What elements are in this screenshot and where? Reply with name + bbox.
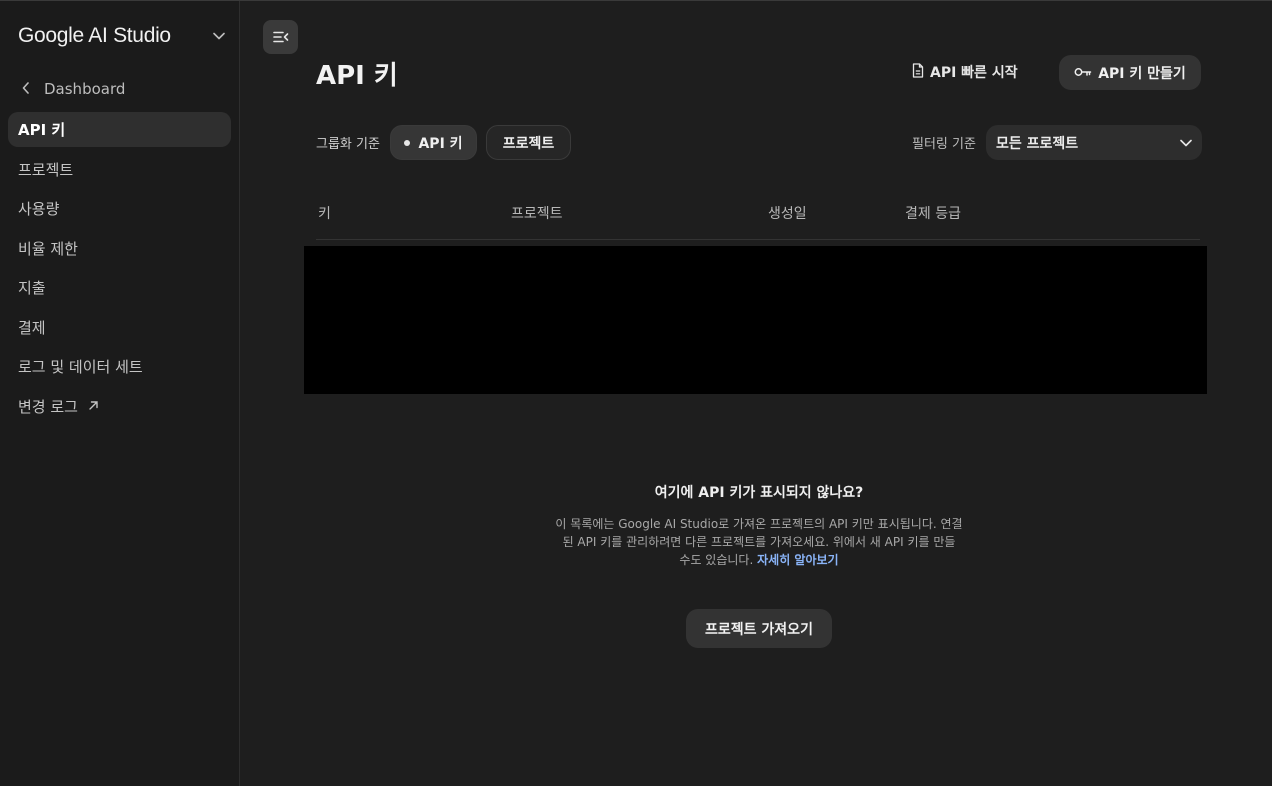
brand-title: Google AI Studio (18, 24, 171, 47)
empty-state-line: 수도 있습니다. (679, 553, 754, 567)
chevron-down-icon (1180, 135, 1192, 151)
sidebar-item-label: 지출 (18, 279, 46, 297)
chip-label: API 키 (418, 135, 463, 152)
back-to-dashboard-link[interactable]: Dashboard (22, 77, 125, 101)
toggle-sidebar-button[interactable] (263, 20, 298, 54)
sidebar-item-api-keys[interactable]: API 키 (8, 112, 231, 147)
sidebar: Google AI Studio Dashboard API 키 프로젝트 사용… (0, 1, 240, 786)
redacted-table-region (304, 246, 1207, 394)
group-by-api-keys-chip[interactable]: API 키 (390, 125, 477, 160)
empty-state-line-last: 수도 있습니다. 자세히 알아보기 (532, 551, 986, 569)
sidebar-item-logs-datasets[interactable]: 로그 및 데이터 세트 (8, 349, 231, 384)
sidebar-item-label: 비율 제한 (18, 239, 78, 258)
key-icon (1074, 65, 1092, 81)
group-by-label: 그룹화 기준 (316, 137, 380, 152)
external-link-icon (88, 397, 99, 415)
empty-state-title: 여기에 API 키가 표시되지 않나요? (654, 485, 864, 501)
sidebar-item-label: API 키 (18, 121, 66, 139)
sidebar-item-changelog[interactable]: 변경 로그 (8, 389, 231, 424)
import-projects-button[interactable]: 프로젝트 가져오기 (686, 609, 832, 648)
sidebar-item-label: 사용량 (18, 200, 60, 218)
sidebar-item-billing[interactable]: 결제 (8, 310, 231, 345)
sidebar-item-usage[interactable]: 사용량 (8, 191, 231, 226)
page-title: API 키 (316, 61, 398, 91)
create-api-key-button[interactable]: API 키 만들기 (1059, 55, 1201, 90)
sidebar-nav: API 키 프로젝트 사용량 비율 제한 지출 결제 로그 및 데이터 세트 변… (8, 112, 231, 428)
back-label: Dashboard (44, 80, 126, 98)
collapse-sidebar-icon (272, 28, 289, 47)
sidebar-item-label: 변경 로그 (18, 397, 78, 416)
chevron-down-icon (210, 27, 228, 45)
empty-state-line: 된 API 키를 관리하려면 다른 프로젝트를 가져오세요. 위에서 새 API… (562, 535, 956, 549)
chip-label: 프로젝트 (502, 135, 555, 152)
brand-switcher[interactable]: Google AI Studio (18, 21, 228, 51)
filter-value: 모든 프로젝트 (996, 135, 1079, 152)
column-header-created: 생성일 (768, 206, 807, 222)
learn-more-link[interactable]: 자세히 알아보기 (757, 553, 838, 567)
sidebar-item-spend[interactable]: 지출 (8, 270, 231, 305)
chevron-left-icon (22, 80, 30, 98)
column-header-billing-tier: 결제 등급 (905, 206, 961, 222)
sidebar-item-label: 프로젝트 (18, 160, 74, 179)
sidebar-item-rate-limits[interactable]: 비율 제한 (8, 231, 231, 266)
sidebar-item-label: 로그 및 데이터 세트 (18, 358, 143, 376)
sidebar-item-projects[interactable]: 프로젝트 (8, 152, 231, 187)
project-filter-select[interactable]: 모든 프로젝트 (986, 125, 1202, 160)
empty-state-line: 이 목록에는 Google AI Studio로 가져온 프로젝트의 API 키… (555, 517, 963, 531)
create-api-key-label: API 키 만들기 (1098, 65, 1186, 82)
group-by-projects-chip[interactable]: 프로젝트 (486, 125, 571, 160)
api-quickstart-link[interactable]: API 빠른 시작 (902, 55, 1028, 89)
column-header-key: 키 (318, 206, 331, 222)
document-icon (912, 62, 924, 82)
column-header-project: 프로젝트 (511, 206, 563, 222)
quickstart-label: API 빠른 시작 (930, 65, 1018, 81)
sidebar-item-label: 결제 (18, 318, 46, 337)
empty-state-description: 이 목록에는 Google AI Studio로 가져온 프로젝트의 API 키… (532, 515, 986, 569)
filter-by-label: 필터링 기준 (912, 137, 976, 152)
table-header-divider (316, 239, 1200, 240)
selected-dot-icon (404, 139, 411, 146)
